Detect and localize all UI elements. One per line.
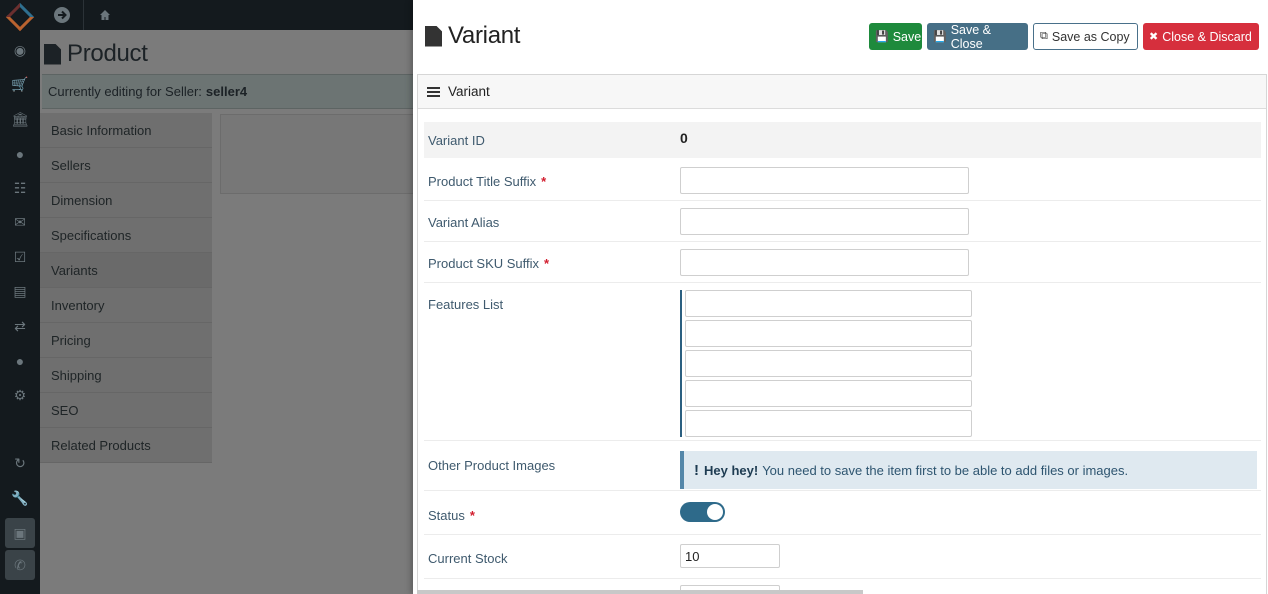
arrow-circle-icon[interactable]: [52, 0, 72, 30]
current-stock-row: Current Stock: [424, 535, 1261, 579]
seller-bar: Currently editing for Seller: seller4: [42, 74, 422, 109]
home-icon[interactable]: [96, 0, 114, 30]
variant-id-value: 0: [680, 130, 688, 146]
globe-icon[interactable]: ●: [0, 344, 40, 379]
seller-name: seller4: [205, 84, 248, 99]
bank-icon[interactable]: 🏛: [0, 102, 40, 137]
feature-input[interactable]: [685, 410, 972, 437]
tab-content-panel: [220, 114, 430, 194]
list-icon: [427, 86, 440, 97]
other-images-row: Other Product Images ! Hey hey! You need…: [424, 441, 1261, 491]
alert-text: You need to save the item first to be ab…: [762, 462, 1129, 478]
gear-icon[interactable]: ⚙: [0, 378, 40, 413]
exchange-icon[interactable]: ⇄: [0, 309, 40, 344]
phone-icon[interactable]: ✆: [5, 550, 35, 580]
floppy-icon: 💾: [875, 31, 889, 43]
title-suffix-row: Product Title Suffix *: [424, 160, 1261, 201]
alert-strong: Hey hey!: [704, 462, 759, 478]
book-icon[interactable]: ▣: [5, 518, 35, 548]
tab-sellers[interactable]: Sellers: [40, 148, 212, 183]
save-as-copy-button[interactable]: ⧉ Save as Copy: [1033, 23, 1138, 50]
tab-pricing[interactable]: Pricing: [40, 323, 212, 358]
tab-variants[interactable]: Variants: [40, 253, 212, 288]
sitemap-icon[interactable]: ☷: [0, 171, 40, 206]
close-discard-button-label: Close & Discard: [1162, 29, 1252, 44]
tab-basic-information[interactable]: Basic Information: [40, 113, 212, 148]
variant-alias-input[interactable]: [680, 208, 969, 235]
chart-icon[interactable]: ▤: [0, 275, 40, 310]
toggle-knob: [707, 504, 723, 520]
modal-title: Variant: [425, 22, 520, 50]
check-square-icon[interactable]: ☑: [0, 240, 40, 275]
card-header: Variant: [418, 75, 1266, 109]
close-discard-button[interactable]: ✖ Close & Discard: [1143, 23, 1259, 50]
horizontal-scrollbar[interactable]: [417, 590, 863, 594]
save-button[interactable]: 💾 Save: [869, 23, 922, 50]
floppy-icon: 💾: [933, 31, 947, 43]
save-close-button[interactable]: 💾 Save & Close: [927, 22, 1028, 51]
exclamation-icon: !: [694, 461, 699, 479]
envelope-icon[interactable]: ✉: [0, 206, 40, 241]
save-close-button-label: Save & Close: [950, 22, 992, 51]
variant-modal: Variant 💾 Save 💾 Save & Close ⧉ Save as …: [413, 0, 1268, 594]
feature-input[interactable]: [685, 380, 972, 407]
close-circle-icon: ✖: [1149, 31, 1159, 43]
dashboard-icon[interactable]: ◉: [0, 33, 40, 68]
title-suffix-label: Product Title Suffix *: [428, 174, 547, 189]
tab-specifications[interactable]: Specifications: [40, 218, 212, 253]
sku-suffix-label: Product SKU Suffix *: [428, 256, 550, 271]
tab-related-products[interactable]: Related Products: [40, 428, 212, 463]
variant-card: Variant Variant ID 0 Product Title Suffi…: [417, 74, 1267, 594]
current-stock-input[interactable]: [680, 544, 780, 568]
file-icon: [425, 25, 442, 47]
required-marker: *: [544, 256, 550, 271]
variant-alias-label: Variant Alias: [428, 215, 500, 230]
required-marker: *: [469, 508, 475, 523]
variant-id-row: Variant ID 0: [424, 122, 1261, 158]
user-icon[interactable]: ●: [0, 137, 40, 172]
features-row: Features List: [424, 283, 1261, 441]
feature-input[interactable]: [685, 290, 972, 317]
feature-input[interactable]: [685, 350, 972, 377]
status-row: Status *: [424, 491, 1261, 535]
features-label: Features List: [428, 297, 504, 312]
sku-suffix-input[interactable]: [680, 249, 969, 276]
other-images-label: Other Product Images: [428, 458, 556, 473]
refresh-icon[interactable]: ↻: [0, 446, 40, 481]
card-title: Variant: [448, 84, 490, 99]
save-button-label: Save: [892, 29, 922, 44]
modal-title-text: Variant: [448, 22, 521, 49]
current-stock-label: Current Stock: [428, 551, 508, 566]
left-rail: ◉ 🛒 🏛 ● ☷ ✉ ☑ ▤ ⇄ ● ⚙ ↻ 🔧 ▣ ✆: [0, 0, 40, 594]
save-first-alert: ! Hey hey! You need to save the item fir…: [680, 451, 1257, 489]
variant-alias-row: Variant Alias: [424, 201, 1261, 242]
product-tabs: Basic Information Sellers Dimension Spec…: [40, 113, 212, 463]
tab-seo[interactable]: SEO: [40, 393, 212, 428]
status-label: Status *: [428, 508, 475, 523]
tab-dimension[interactable]: Dimension: [40, 183, 212, 218]
seller-bar-prefix: Currently editing for Seller:: [48, 84, 202, 99]
variant-id-label: Variant ID: [428, 133, 485, 148]
title-suffix-input[interactable]: [680, 167, 969, 194]
save-as-copy-button-label: Save as Copy: [1051, 29, 1130, 44]
tab-shipping[interactable]: Shipping: [40, 358, 212, 393]
wrench-icon[interactable]: 🔧: [0, 481, 40, 516]
file-icon: [44, 43, 61, 65]
sku-suffix-row: Product SKU Suffix *: [424, 242, 1261, 283]
modal-header: Variant 💾 Save 💾 Save & Close ⧉ Save as …: [413, 0, 1268, 72]
status-toggle[interactable]: [680, 502, 725, 522]
page-title: Product: [44, 40, 148, 68]
cart-icon[interactable]: 🛒: [0, 68, 40, 103]
required-marker: *: [541, 174, 547, 189]
copy-icon: ⧉: [1040, 30, 1048, 42]
app-logo[interactable]: [0, 0, 40, 33]
tab-inventory[interactable]: Inventory: [40, 288, 212, 323]
features-list: [680, 290, 980, 437]
feature-input[interactable]: [685, 320, 972, 347]
